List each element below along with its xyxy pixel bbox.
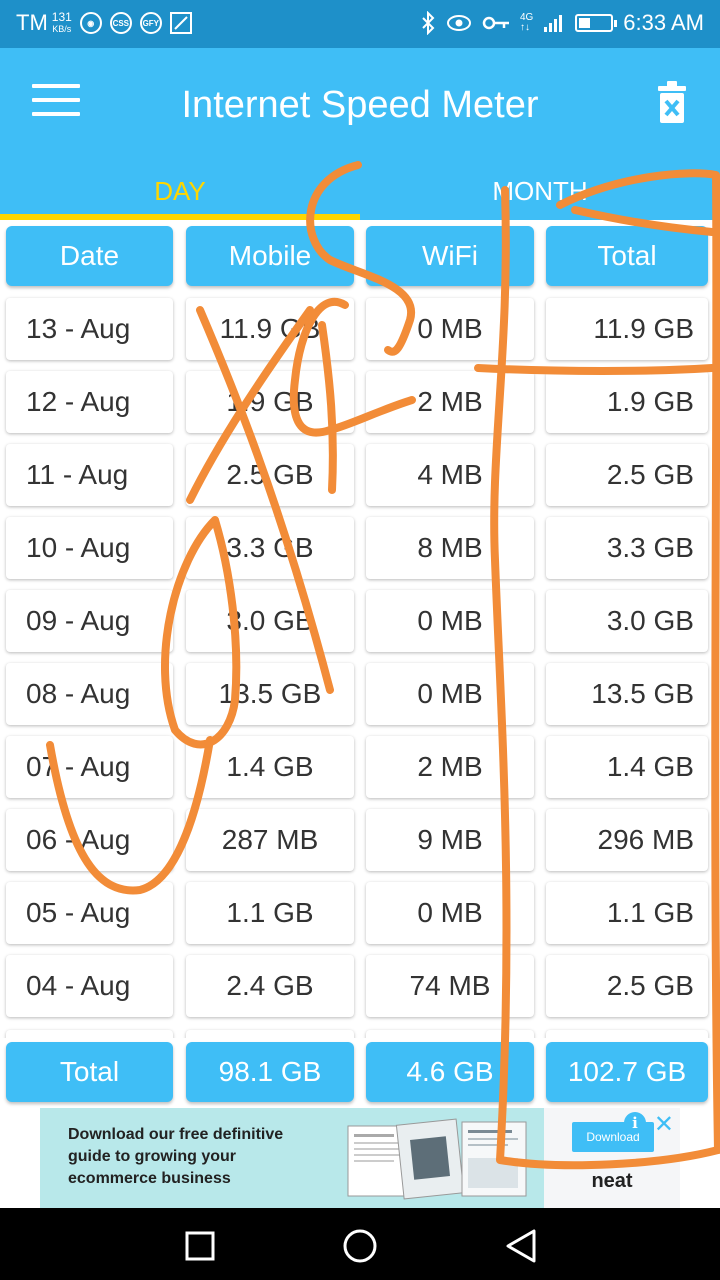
header-date: Date <box>6 226 173 286</box>
cell-wifi: 0 MB <box>366 298 534 360</box>
cell-total: 2.5 GB <box>546 444 708 506</box>
cell-date: 11 - Aug <box>6 444 173 506</box>
cell-total: 1.1 GB <box>546 882 708 944</box>
total-wifi: 4.6 GB <box>366 1042 534 1102</box>
table-row: 10 - Aug 3.3 GB 8 MB 3.3 GB <box>0 515 720 588</box>
cell-mobile: 3.0 GB <box>186 590 354 652</box>
cell-date: 13 - Aug <box>6 298 173 360</box>
table-row: 07 - Aug 1.4 GB 2 MB 1.4 GB <box>0 734 720 807</box>
cell-total: 296 MB <box>546 809 708 871</box>
network-speed-unit: KB/s <box>52 24 72 34</box>
header-wifi: WiFi <box>366 226 534 286</box>
bluetooth-icon <box>422 11 435 35</box>
cell-wifi: 4 MB <box>366 444 534 506</box>
app-notification-icon-css: CSS <box>109 12 132 34</box>
cell-mobile: 287 MB <box>186 809 354 871</box>
tab-day[interactable]: DAY <box>0 176 360 216</box>
header-total: Total <box>546 226 708 286</box>
app-title: Internet Speed Meter <box>181 84 539 126</box>
cell-wifi: 74 MB <box>366 955 534 1017</box>
recents-icon[interactable] <box>184 1230 216 1262</box>
table-row: 11 - Aug 2.5 GB 4 MB 2.5 GB <box>0 442 720 515</box>
cell-mobile: 11.9 GB <box>186 298 354 360</box>
usage-table: 13 - Aug 11.9 GB 0 MB 11.9 GB 12 - Aug 1… <box>0 296 720 1026</box>
tab-month[interactable]: MONTH <box>360 176 720 216</box>
cell-date: 08 - Aug <box>6 663 173 725</box>
cell-wifi: 8 MB <box>366 517 534 579</box>
signal-icon <box>544 15 563 32</box>
carrier-label: TM <box>16 10 48 35</box>
table-row: 06 - Aug 287 MB 9 MB 296 MB <box>0 807 720 880</box>
total-total: 102.7 GB <box>546 1042 708 1102</box>
cell-date: 04 - Aug <box>6 955 173 1017</box>
network-speed: 131 KB/s <box>52 11 72 35</box>
table-row: 13 - Aug 11.9 GB 0 MB 11.9 GB <box>0 296 720 369</box>
cell-wifi: 2 MB <box>366 736 534 798</box>
ad-creative[interactable]: Download our free definitive guide to gr… <box>40 1108 544 1208</box>
cell-total: 1.4 GB <box>546 736 708 798</box>
total-mobile: 98.1 GB <box>186 1042 354 1102</box>
cell-wifi: 0 MB <box>366 663 534 725</box>
table-row: 04 - Aug 2.4 GB 74 MB 2.5 GB <box>0 953 720 1026</box>
partial-table-row <box>0 1026 720 1038</box>
sync-icon: ◉ <box>79 12 102 34</box>
ad-banner[interactable]: Download our free definitive guide to gr… <box>40 1108 680 1208</box>
cell-wifi: 0 MB <box>366 590 534 652</box>
cell-total: 11.9 GB <box>546 298 708 360</box>
navigation-bar <box>0 1208 720 1280</box>
delete-icon[interactable] <box>654 78 690 126</box>
ad-close-icon[interactable]: ✕ <box>654 1110 674 1139</box>
cell-mobile: 1.9 GB <box>186 371 354 433</box>
network-type: 4G ↑↓ <box>519 12 534 33</box>
table-row: 09 - Aug 3.0 GB 0 MB 3.0 GB <box>0 588 720 661</box>
header-mobile: Mobile <box>186 226 354 286</box>
cell-mobile: 13.5 GB <box>186 663 354 725</box>
cell-date: 12 - Aug <box>6 371 173 433</box>
home-icon[interactable] <box>342 1228 378 1264</box>
cell-date: 10 - Aug <box>6 517 173 579</box>
cell-wifi: 2 MB <box>366 371 534 433</box>
table-row: 05 - Aug 1.1 GB 0 MB 1.1 GB <box>0 880 720 953</box>
ad-brochure-image <box>347 1118 527 1200</box>
app-bar: Internet Speed Meter DAY MONTH <box>0 48 720 220</box>
cell-mobile: 1.4 GB <box>186 736 354 798</box>
eye-icon <box>446 15 471 31</box>
cell-date: 09 - Aug <box>6 590 173 652</box>
table-header: Date Mobile WiFi Total <box>0 224 720 288</box>
edit-icon <box>169 12 192 34</box>
cell-total: 2.5 GB <box>546 955 708 1017</box>
table-row: 08 - Aug 13.5 GB 0 MB 13.5 GB <box>0 661 720 734</box>
status-bar: TM 131 KB/s ◉ CSS GFY 4G ↑↓ 6:33 AM <box>0 0 720 48</box>
cell-total: 3.0 GB <box>546 590 708 652</box>
tab-indicator <box>0 214 360 220</box>
cell-wifi: 0 MB <box>366 882 534 944</box>
network-speed-value: 131 <box>51 10 72 24</box>
cell-mobile: 2.4 GB <box>186 955 354 1017</box>
clock: 6:33 AM <box>623 10 704 35</box>
cell-mobile: 2.5 GB <box>186 444 354 506</box>
ad-text: Download our free definitive guide to gr… <box>68 1126 284 1187</box>
ad-info-icon[interactable]: i <box>624 1112 646 1134</box>
cell-date: 07 - Aug <box>6 736 173 798</box>
app-notification-icon-gfy: GFY <box>139 12 162 34</box>
cell-mobile: 1.1 GB <box>186 882 354 944</box>
cell-total: 3.3 GB <box>546 517 708 579</box>
total-label: Total <box>6 1042 173 1102</box>
key-icon <box>482 16 509 30</box>
table-row: 12 - Aug 1.9 GB 2 MB 1.9 GB <box>0 369 720 442</box>
battery-icon <box>575 14 618 32</box>
back-icon[interactable] <box>504 1228 538 1264</box>
cell-date: 06 - Aug <box>6 809 173 871</box>
cell-wifi: 9 MB <box>366 809 534 871</box>
cell-total: 13.5 GB <box>546 663 708 725</box>
ad-brand-logo: neat <box>591 1170 633 1192</box>
cell-date: 05 - Aug <box>6 882 173 944</box>
cell-total: 1.9 GB <box>546 371 708 433</box>
totals-row: Total 98.1 GB 4.6 GB 102.7 GB <box>0 1040 720 1104</box>
cell-mobile: 3.3 GB <box>186 517 354 579</box>
